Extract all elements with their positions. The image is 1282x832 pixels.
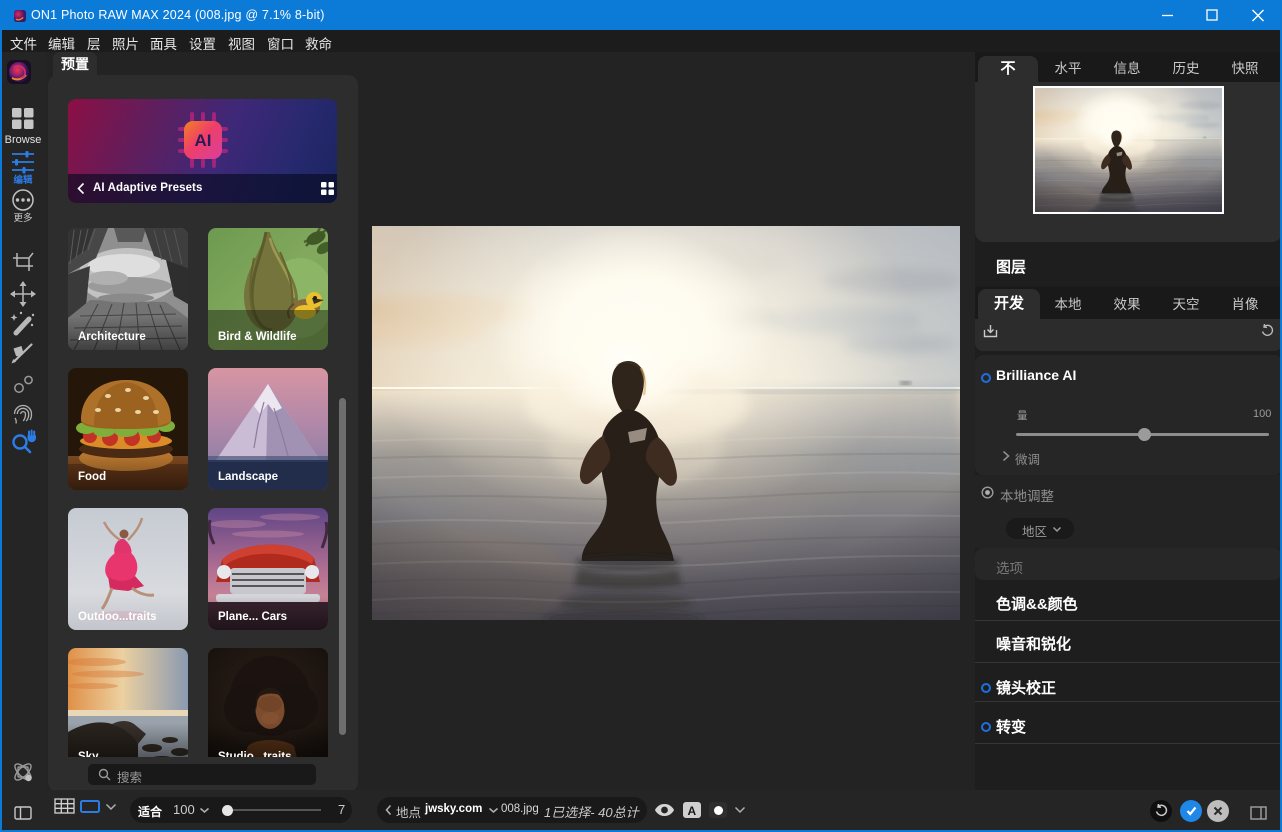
svg-text:编辑: 编辑	[13, 174, 33, 186]
svg-text:Browse: Browse	[5, 134, 42, 146]
svg-text:AI: AI	[195, 131, 212, 150]
svg-text:更多: 更多	[13, 212, 32, 224]
